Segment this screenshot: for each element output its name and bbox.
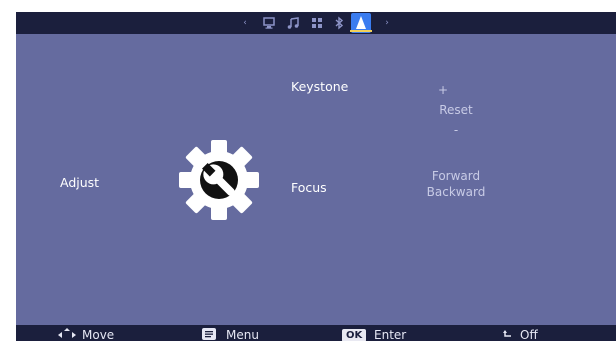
menu-hint: Menu: [202, 327, 282, 341]
move-label: Move: [82, 328, 115, 341]
keystone-plus[interactable]: +: [436, 83, 450, 97]
tab-grid[interactable]: [310, 16, 324, 30]
focus-forward[interactable]: Forward: [416, 169, 496, 183]
section-title: Adjust: [60, 175, 100, 190]
menu-icon: [202, 328, 216, 341]
next-arrow[interactable]: ›: [382, 12, 392, 34]
enter-label: Enter: [374, 328, 407, 341]
focus-label[interactable]: Focus: [291, 180, 327, 195]
tab-bluetooth[interactable]: [332, 16, 346, 30]
keystone-minus[interactable]: -: [449, 123, 463, 137]
active-tab-underline: [350, 30, 372, 32]
prev-arrow[interactable]: ‹: [240, 12, 250, 34]
tab-monitor[interactable]: [262, 16, 276, 30]
off-hint: Off: [502, 327, 562, 341]
off-label: Off: [520, 328, 538, 341]
bluetooth-icon: [335, 16, 344, 30]
bottom-hint-bar: Move Menu OK Enter Off: [16, 325, 616, 341]
enter-hint: OK Enter: [342, 327, 432, 341]
focus-backward[interactable]: Backward: [416, 185, 496, 199]
music-icon: [287, 17, 299, 29]
settings-wrench-icon: [174, 135, 264, 225]
keystone-label[interactable]: Keystone: [291, 79, 348, 94]
keystone-reset[interactable]: Reset: [416, 103, 496, 117]
menu-label: Menu: [226, 328, 259, 341]
tab-music[interactable]: [286, 16, 300, 30]
back-arrow-icon: [502, 328, 514, 341]
dpad-icon: [58, 328, 76, 341]
ok-key-badge: OK: [342, 329, 367, 341]
grid-icon: [312, 18, 322, 28]
projector-settings-screen: ‹ › Adjust Keystone + Reset - Focus Forw…: [16, 12, 616, 341]
top-tab-bar: ‹ ›: [16, 12, 616, 34]
move-hint: Move: [58, 327, 128, 341]
monitor-icon: [263, 17, 275, 29]
